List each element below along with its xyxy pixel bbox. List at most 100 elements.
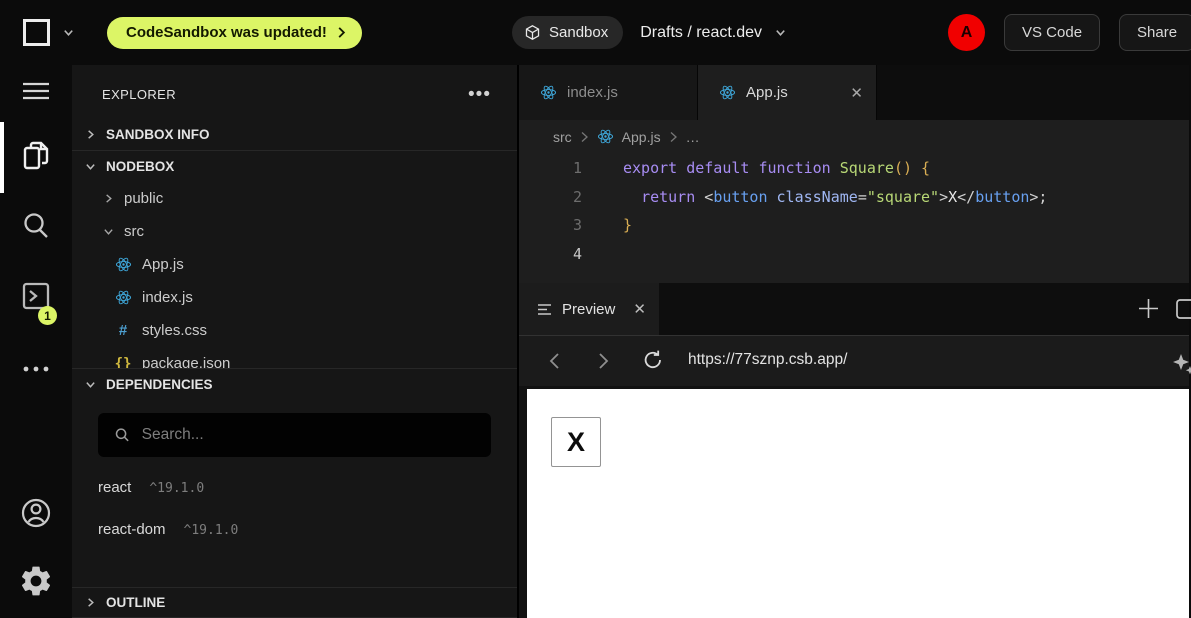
dependency-list: react ^19.1.0 react-dom^19.1.0 — [72, 479, 517, 563]
tree-item-package-json[interactable]: {} package.json — [72, 347, 517, 368]
line-number: 4 — [519, 240, 582, 269]
preview-url-bar: https://77sznp.csb.app/ — [519, 335, 1189, 386]
code-line-2[interactable]: 2 return <button className="square">X</b… — [519, 183, 1189, 212]
settings-gear-icon[interactable] — [0, 563, 72, 599]
vscode-button[interactable]: VS Code — [1004, 14, 1100, 51]
preview-tab[interactable]: Preview ✕ — [519, 283, 659, 335]
breadcrumb-segment[interactable]: App.js — [622, 129, 661, 145]
section-outline[interactable]: OUTLINE — [72, 587, 517, 618]
account-icon[interactable] — [0, 493, 72, 533]
tab-label: App.js — [746, 84, 788, 101]
css-icon: # — [114, 322, 132, 339]
tree-item-label: public — [124, 190, 163, 207]
banner-chevron-right-icon — [337, 26, 346, 39]
tree-item-src[interactable]: src — [72, 215, 517, 248]
tree-item-label: src — [124, 223, 144, 240]
activity-rail: 1 — [0, 65, 72, 618]
code-line-4[interactable]: 4 — [519, 240, 1189, 269]
file-tree: public src App.js index.js # styles.css {} pack… — [72, 182, 517, 368]
section-dependencies[interactable]: DEPENDENCIES — [72, 368, 517, 400]
preview-viewport: X — [519, 386, 1189, 618]
section-label: SANDBOX INFO — [106, 127, 210, 142]
top-bar: CodeSandbox was updated! Sandbox Drafts … — [0, 0, 1191, 65]
update-banner-label: CodeSandbox was updated! — [126, 24, 327, 41]
sparkles-icon[interactable] — [1171, 352, 1191, 383]
section-label: DEPENDENCIES — [106, 377, 213, 392]
tree-item-styles-css[interactable]: # styles.css — [72, 314, 517, 347]
dependency-row-react[interactable]: react ^19.1.0 — [72, 479, 517, 521]
dependency-name: react-dom — [98, 521, 166, 538]
preview-close-icon[interactable]: ✕ — [633, 300, 646, 318]
tree-item-index-js[interactable]: index.js — [72, 281, 517, 314]
add-preview-tab-icon[interactable] — [1137, 297, 1160, 325]
back-icon[interactable] — [545, 350, 565, 372]
cube-icon — [524, 24, 541, 41]
more-dots-icon[interactable] — [0, 365, 72, 373]
react-icon — [719, 84, 736, 101]
code-text: return <button className="square">X</but… — [623, 183, 1047, 212]
chevron-down-icon — [103, 226, 114, 237]
chevron-down-icon — [85, 161, 96, 172]
tab-label: index.js — [567, 84, 618, 101]
editor-tab-index-js[interactable]: index.js — [519, 65, 698, 120]
tree-item-public[interactable]: public — [72, 182, 517, 215]
editor-breadcrumb[interactable]: src App.js … — [519, 120, 1189, 153]
share-button[interactable]: Share — [1119, 14, 1191, 51]
search-rail-icon[interactable] — [0, 207, 72, 245]
section-nodebox[interactable]: NODEBOX — [72, 150, 517, 182]
editor-tab-App-js[interactable]: App.js ✕ — [698, 65, 877, 120]
terminal-badge: 1 — [38, 306, 57, 325]
dependency-row-react-dom[interactable]: react-dom^19.1.0 — [72, 521, 517, 563]
react-icon — [540, 84, 557, 101]
dependency-search-input[interactable] — [142, 426, 475, 444]
breadcrumb-segment[interactable]: … — [686, 129, 700, 145]
tree-item-label: package.json — [142, 355, 230, 368]
list-icon — [537, 303, 552, 316]
dependency-search — [98, 413, 491, 457]
update-banner[interactable]: CodeSandbox was updated! — [107, 17, 362, 49]
avatar-letter: A — [961, 24, 973, 42]
tree-item-label: index.js — [142, 289, 193, 306]
editor-tab-bar: index.js App.js ✕ — [519, 65, 1189, 120]
breadcrumb-segment[interactable]: src — [553, 129, 572, 145]
sandbox-type-badge[interactable]: Sandbox — [512, 16, 623, 49]
section-label: NODEBOX — [106, 159, 174, 174]
chevron-right-icon — [85, 129, 96, 140]
codesandbox-logo-icon[interactable] — [23, 19, 50, 46]
tab-close-icon[interactable]: ✕ — [850, 84, 863, 102]
refresh-icon[interactable] — [641, 348, 665, 372]
chevron-right-icon — [85, 597, 96, 608]
react-icon — [115, 289, 132, 306]
section-sandbox-info[interactable]: SANDBOX INFO — [72, 118, 517, 150]
forward-icon[interactable] — [593, 350, 613, 372]
avatar[interactable]: A — [948, 14, 985, 51]
section-label: OUTLINE — [106, 595, 165, 610]
tree-item-label: App.js — [142, 256, 184, 273]
search-icon — [114, 426, 131, 444]
dependency-name: react — [98, 479, 131, 496]
react-icon — [597, 128, 614, 145]
tree-item-label: styles.css — [142, 322, 207, 339]
explorer-menu-dots-icon[interactable]: ••• — [468, 90, 491, 100]
explorer-title: EXPLORER — [102, 87, 176, 102]
breadcrumb-chevron-icon — [669, 131, 678, 143]
explorer-panel: EXPLORER ••• SANDBOX INFO NODEBOX public… — [72, 65, 519, 618]
dependency-version: ^19.1.0 — [149, 481, 204, 496]
workspace-chevron-down-icon[interactable] — [62, 26, 75, 39]
terminal-rail-icon[interactable]: 1 — [0, 277, 72, 315]
square-button[interactable]: X — [551, 417, 601, 467]
layout-icon[interactable] — [1175, 298, 1191, 325]
preview-tab-label: Preview — [562, 301, 615, 318]
menu-hamburger-icon[interactable] — [0, 80, 72, 102]
tree-item-App-js[interactable]: App.js — [72, 248, 517, 281]
code-text: export default function Square() { — [623, 154, 930, 183]
project-chevron-down-icon[interactable] — [774, 26, 787, 39]
preview-url[interactable]: https://77sznp.csb.app/ — [688, 351, 847, 369]
chevron-down-icon — [85, 379, 96, 390]
json-icon: {} — [114, 356, 132, 369]
code-editor[interactable]: 1export default function Square() {2 ret… — [519, 153, 1189, 283]
explorer-files-icon[interactable] — [0, 137, 72, 175]
project-breadcrumb[interactable]: Drafts / react.dev — [640, 24, 762, 42]
code-line-1[interactable]: 1export default function Square() { — [519, 154, 1189, 183]
code-line-3[interactable]: 3} — [519, 211, 1189, 240]
